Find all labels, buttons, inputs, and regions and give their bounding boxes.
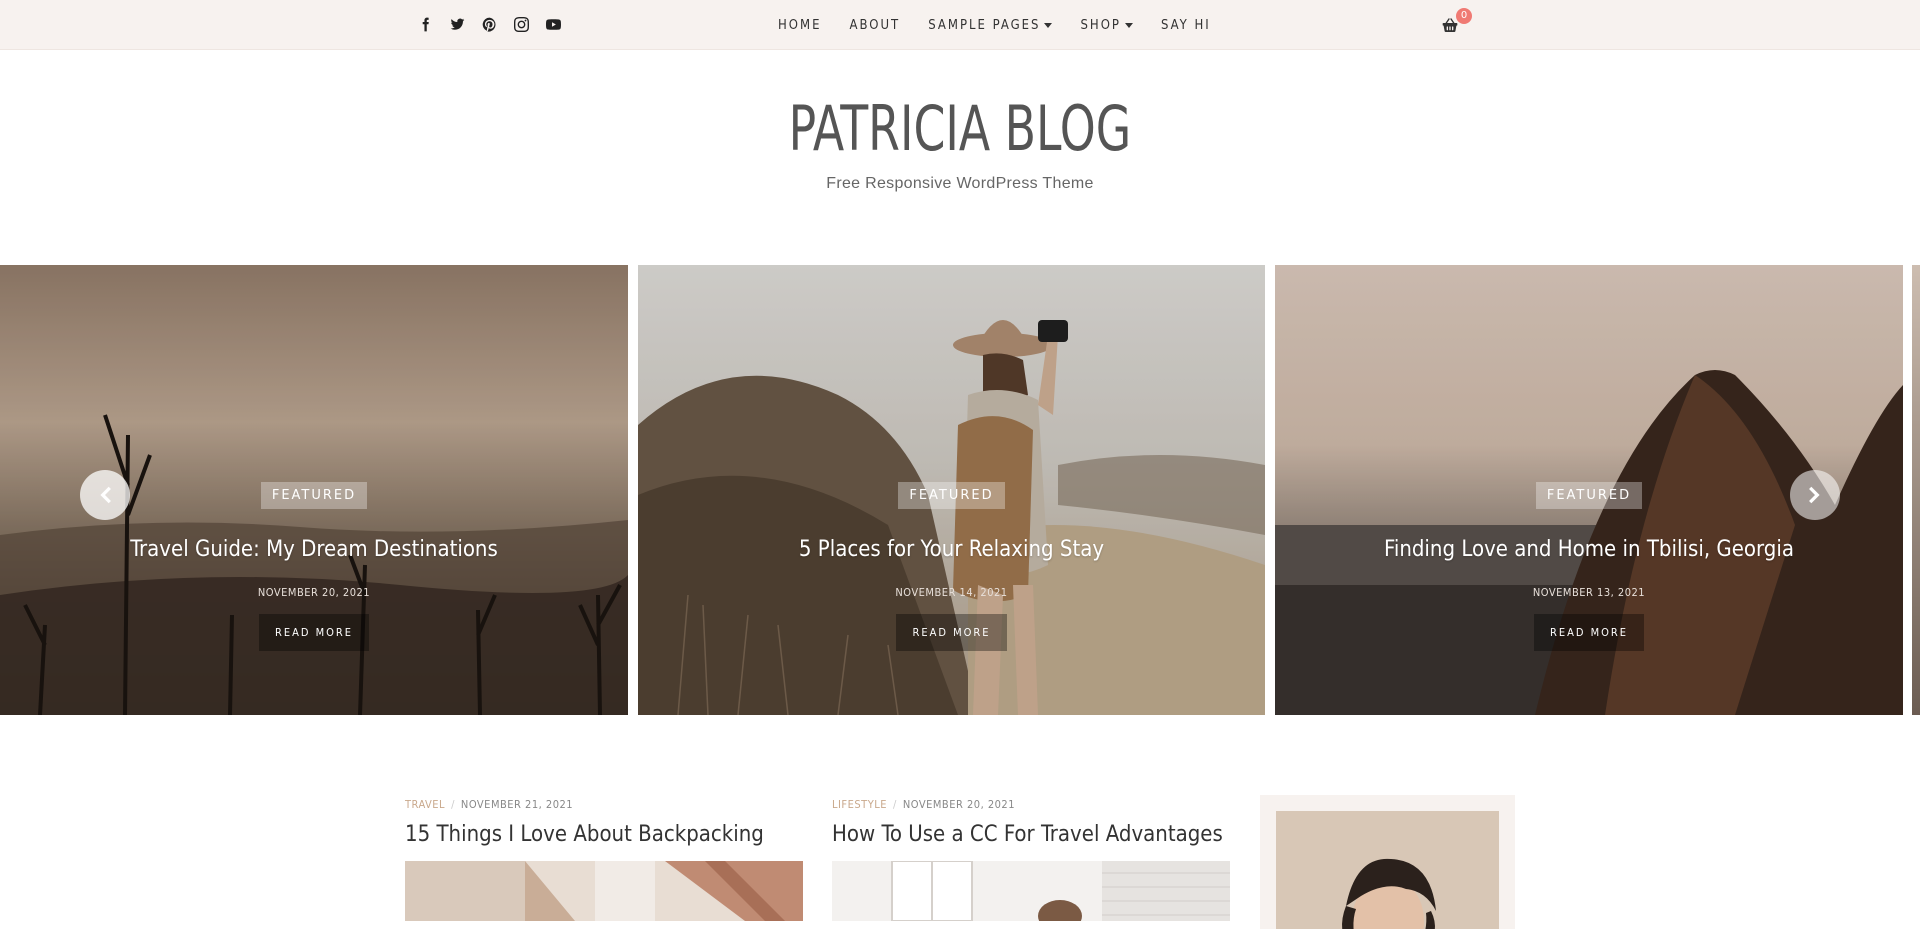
read-more-button[interactable]: READ MORE: [258, 614, 370, 651]
pinterest-icon[interactable]: [480, 15, 499, 34]
featured-badge: FEATURED: [898, 482, 1005, 509]
about-widget: [1260, 795, 1515, 929]
main-nav: HOME ABOUT SAMPLE PAGES SHOP SAY HI: [778, 0, 1239, 50]
featured-badge: FEATURED: [260, 482, 368, 509]
post-thumbnail[interactable]: [405, 861, 803, 921]
caret-down-icon: [1044, 22, 1053, 28]
site-title[interactable]: PATRICIA BLOG: [789, 92, 1132, 165]
nav-item-sample-pages[interactable]: SAMPLE PAGES: [928, 18, 1053, 33]
basket-icon: [1442, 18, 1458, 33]
post-date: NOVEMBER 20, 2021: [902, 798, 1016, 811]
site-branding: PATRICIA BLOG Free Responsive WordPress …: [0, 92, 1920, 193]
cart-button[interactable]: 0: [1442, 8, 1472, 34]
post-category[interactable]: TRAVEL: [405, 798, 445, 811]
slide-title[interactable]: Travel Guide: My Dream Destinations: [0, 537, 628, 562]
instagram-icon[interactable]: [512, 15, 531, 34]
slide-date: NOVEMBER 14, 2021: [895, 586, 1008, 599]
nav-item-say-hi[interactable]: SAY HI: [1161, 18, 1211, 33]
post-date: NOVEMBER 21, 2021: [460, 798, 574, 811]
youtube-icon[interactable]: [544, 15, 563, 34]
slider-prev-button[interactable]: [80, 470, 130, 520]
facebook-icon[interactable]: [416, 15, 435, 34]
site-tagline: Free Responsive WordPress Theme: [826, 175, 1094, 192]
post-title[interactable]: 15 Things I Love About Backpacking: [405, 822, 803, 847]
post-category[interactable]: LIFESTYLE: [832, 798, 887, 811]
nav-item-home[interactable]: HOME: [778, 18, 821, 33]
top-bar: HOME ABOUT SAMPLE PAGES SHOP SAY HI 0: [0, 0, 1920, 50]
nav-item-shop[interactable]: SHOP: [1080, 18, 1133, 33]
cart-count-badge: 0: [1456, 8, 1472, 24]
chevron-left-icon: [100, 486, 111, 504]
slide-next-peek: [1912, 265, 1920, 715]
slide-title[interactable]: 5 Places for Your Relaxing Stay: [638, 537, 1265, 562]
post-thumbnail[interactable]: [832, 861, 1230, 921]
author-photo: [1276, 811, 1499, 929]
post-meta: LIFESTYLE / NOVEMBER 20, 2021: [832, 798, 1016, 811]
featured-badge: FEATURED: [1535, 482, 1643, 509]
slide-date: NOVEMBER 20, 2021: [257, 586, 371, 599]
slide-date: NOVEMBER 13, 2021: [1532, 586, 1646, 599]
slide-relaxing-stay[interactable]: FEATURED 5 Places for Your Relaxing Stay…: [638, 265, 1265, 715]
read-more-button[interactable]: READ MORE: [896, 614, 1007, 651]
read-more-button[interactable]: READ MORE: [1533, 614, 1645, 651]
nav-item-about[interactable]: ABOUT: [849, 18, 900, 33]
slider-next-button[interactable]: [1790, 470, 1840, 520]
caret-down-icon: [1124, 22, 1133, 28]
chevron-right-icon: [1809, 486, 1820, 504]
social-links: [416, 15, 563, 34]
twitter-icon[interactable]: [448, 15, 467, 34]
post-card-backpacking: TRAVEL / NOVEMBER 21, 2021 15 Things I Lov…: [405, 798, 803, 921]
post-meta: TRAVEL / NOVEMBER 21, 2021: [405, 798, 574, 811]
featured-slider: FEATURED Travel Guide: My Dream Destinat…: [0, 265, 1920, 715]
post-title[interactable]: How To Use a CC For Travel Advantages: [832, 822, 1230, 847]
slide-title[interactable]: Finding Love and Home in Tbilisi, Georgi…: [1275, 537, 1903, 562]
post-card-travel-cc: LIFESTYLE / NOVEMBER 20, 2021 How To Use a…: [832, 798, 1230, 921]
